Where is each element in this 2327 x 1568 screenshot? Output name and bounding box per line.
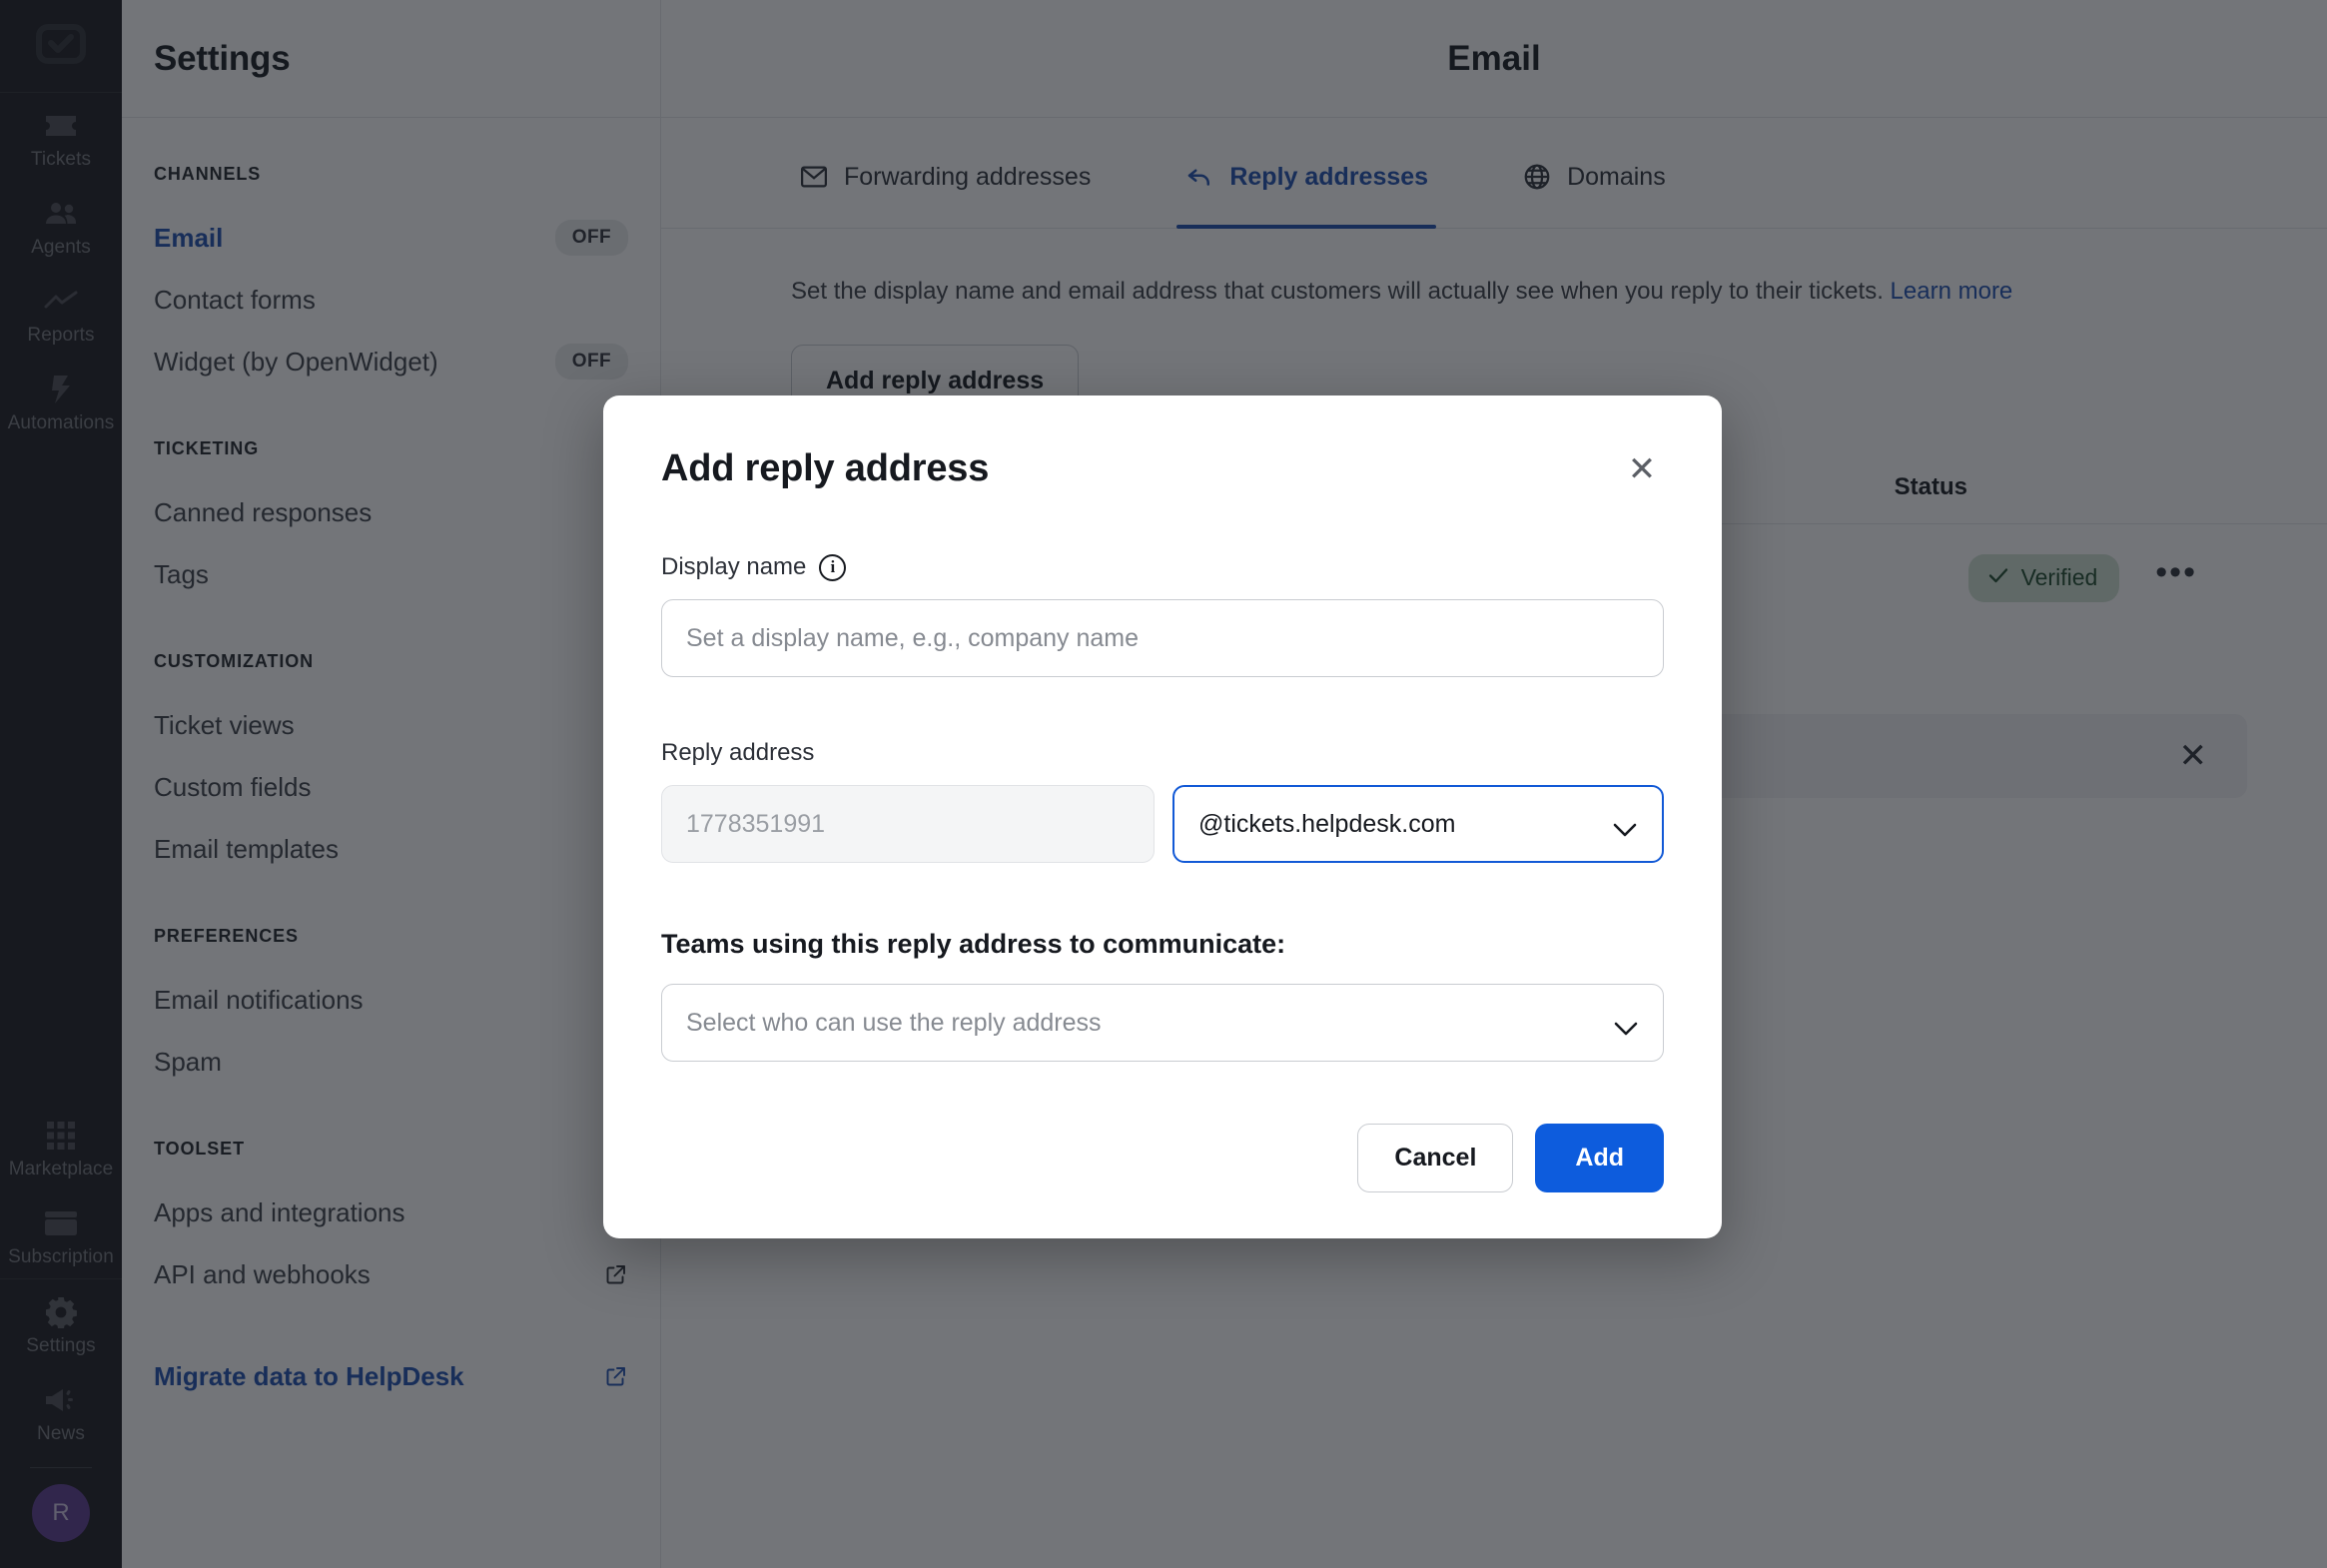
dialog-header: Add reply address ✕ bbox=[661, 447, 1664, 491]
field-label-text: Reply address bbox=[661, 739, 815, 766]
chevron-down-icon bbox=[1613, 1015, 1639, 1036]
field-label-text: Display name bbox=[661, 553, 807, 580]
teams-section-title: Teams using this reply address to commun… bbox=[661, 929, 1286, 959]
display-name-label-row: Display name i bbox=[661, 553, 1664, 581]
reply-address-row: 1778351991 @tickets.helpdesk.com bbox=[661, 785, 1664, 863]
reply-address-local-input: 1778351991 bbox=[661, 785, 1155, 863]
add-reply-address-dialog: Add reply address ✕ Display name i Reply… bbox=[603, 395, 1722, 1238]
add-button[interactable]: Add bbox=[1535, 1124, 1664, 1192]
display-name-input[interactable] bbox=[661, 599, 1664, 677]
app-root: Email Forwarding addresses Reply address… bbox=[0, 0, 2327, 1568]
reply-address-domain-select[interactable]: @tickets.helpdesk.com bbox=[1172, 785, 1664, 863]
cancel-button[interactable]: Cancel bbox=[1357, 1124, 1514, 1192]
selected-domain-text: @tickets.helpdesk.com bbox=[1198, 809, 1456, 838]
dialog-actions: Cancel Add bbox=[661, 1124, 1664, 1192]
dialog-title: Add reply address bbox=[661, 447, 990, 489]
teams-select-placeholder: Select who can use the reply address bbox=[686, 1008, 1102, 1037]
reply-address-label-row: Reply address bbox=[661, 739, 1664, 767]
chevron-down-icon bbox=[1612, 816, 1638, 837]
close-icon[interactable]: ✕ bbox=[1620, 447, 1664, 491]
info-icon[interactable]: i bbox=[819, 553, 847, 581]
teams-select[interactable]: Select who can use the reply address bbox=[661, 984, 1664, 1062]
